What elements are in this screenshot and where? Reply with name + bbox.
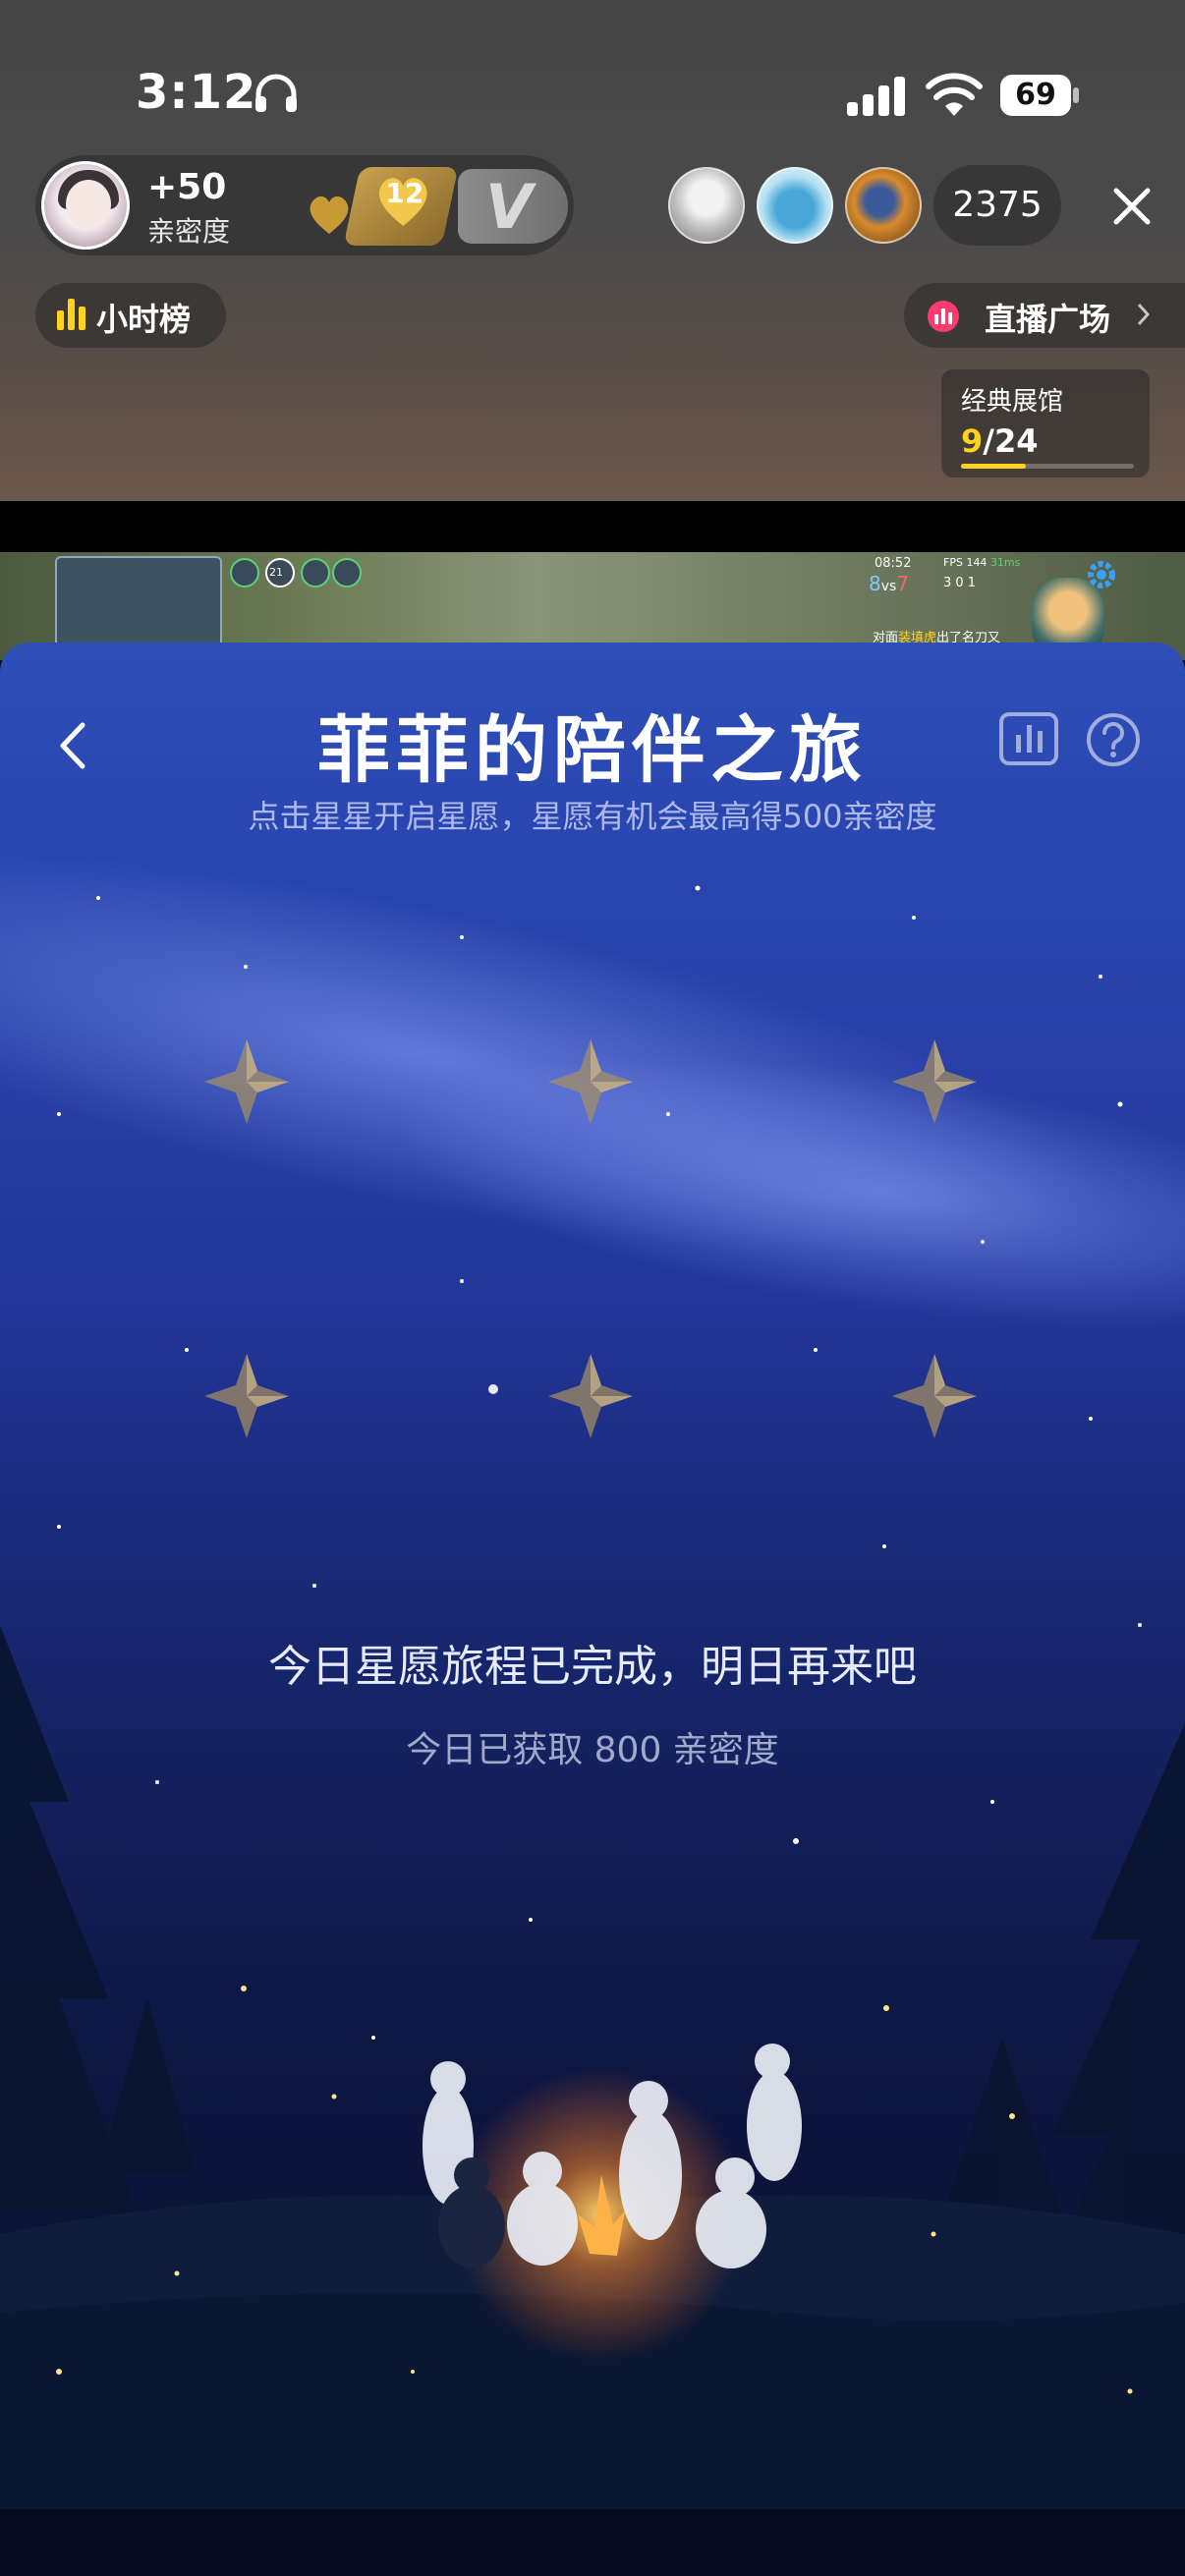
game-ping: 31ms [989,556,1021,569]
gallery-current: 9 [961,422,984,460]
live-plaza-icon [928,301,959,332]
gallery-total: /24 [983,422,1039,460]
status-time: 3:12 [136,65,257,120]
hour-rank-label: 小时榜 [96,301,192,338]
wish-star-button[interactable] [202,1037,291,1126]
wish-star-button[interactable] [546,1352,635,1440]
viewer-avatar[interactable] [757,167,833,244]
gallery-progress-bar [961,464,1134,469]
game-hero-icon [230,558,259,588]
game-fps-value: FPS 144 [943,556,988,569]
live-plaza-button[interactable]: 直播广场 [904,283,1185,348]
wish-star-button[interactable] [890,1037,979,1126]
viewer-count[interactable]: 2375 [933,165,1061,246]
battery-icon: 69 [1000,75,1079,116]
intimacy-earned-message: 今日已获取 800 亲密度 [406,1730,779,1770]
gallery-progress-fill [961,464,1026,469]
panel-subtitle: 点击星星开启星愿，星愿有机会最高得500亲密度 [248,798,937,835]
gallery-title: 经典展馆 [961,387,1064,417]
vip-badge[interactable]: V [458,169,568,244]
wifi-icon [926,73,983,116]
leaderboard-icon[interactable] [998,711,1059,766]
game-clock: 08:52 [875,556,912,571]
bar-chart-icon [57,299,85,330]
night-sky-illustration [0,852,1185,2509]
hour-rank-button[interactable]: 小时榜 [35,283,226,348]
gallery-progress-text: 9/24 [961,422,1038,460]
wish-star-button[interactable] [202,1352,291,1440]
live-plaza-label: 直播广场 [985,301,1111,338]
intimacy-delta: +50 [147,167,227,207]
headphones-icon [255,74,297,112]
help-icon[interactable] [1085,711,1142,768]
status-bar: 3:12 69 [0,59,1185,138]
gear-icon[interactable] [1085,558,1118,591]
game-minimap [55,556,222,654]
anchor-avatar[interactable] [41,161,130,250]
close-icon[interactable] [1102,177,1161,236]
companion-journey-panel: 菲菲的陪伴之旅 点击星星开启星愿，星愿有机会最高得500亲密度 今日星愿旅程已完… [0,643,1185,2509]
classic-gallery-card[interactable]: 经典展馆 9/24 [941,369,1150,477]
game-score-blue: 8 [869,572,881,595]
battery-percent: 69 [1015,78,1056,112]
viewer-avatar[interactable] [845,167,922,244]
viewer-avatar[interactable] [668,167,745,244]
anchor-intimacy-pill[interactable]: +50 亲密度 12 V [35,155,574,255]
game-kda: 3 0 1 [943,576,977,590]
chevron-right-icon [1137,303,1151,326]
game-hero-level: 21 [269,566,283,579]
game-score-vs: vs [880,579,897,594]
journey-completed-message: 今日星愿旅程已完成，明日再来吧 [268,1642,917,1692]
video-letterbox [0,501,1185,552]
game-fps: FPS 144 31ms [943,556,1020,569]
wish-star-button[interactable] [890,1352,979,1440]
live-header: 3:12 69 +50 亲密度 12 V 2375 小时榜 直播广场 经典展馆 … [0,0,1185,501]
fan-level-badge[interactable]: 12 [343,167,459,246]
game-hero-icon [332,558,362,588]
intimacy-label: 亲密度 [147,215,231,248]
game-score: 8vs7 [869,572,909,595]
wish-star-button[interactable] [546,1037,635,1126]
game-hero-icon [301,558,330,588]
bottom-safe-area [0,2509,1185,2576]
heart-level-number: 12 [385,177,424,209]
game-hero-icon: 21 [265,558,295,588]
signal-icon [847,77,905,116]
game-score-red: 7 [896,572,910,595]
vip-badge-label: V [485,171,533,243]
heart-icon [310,196,349,234]
